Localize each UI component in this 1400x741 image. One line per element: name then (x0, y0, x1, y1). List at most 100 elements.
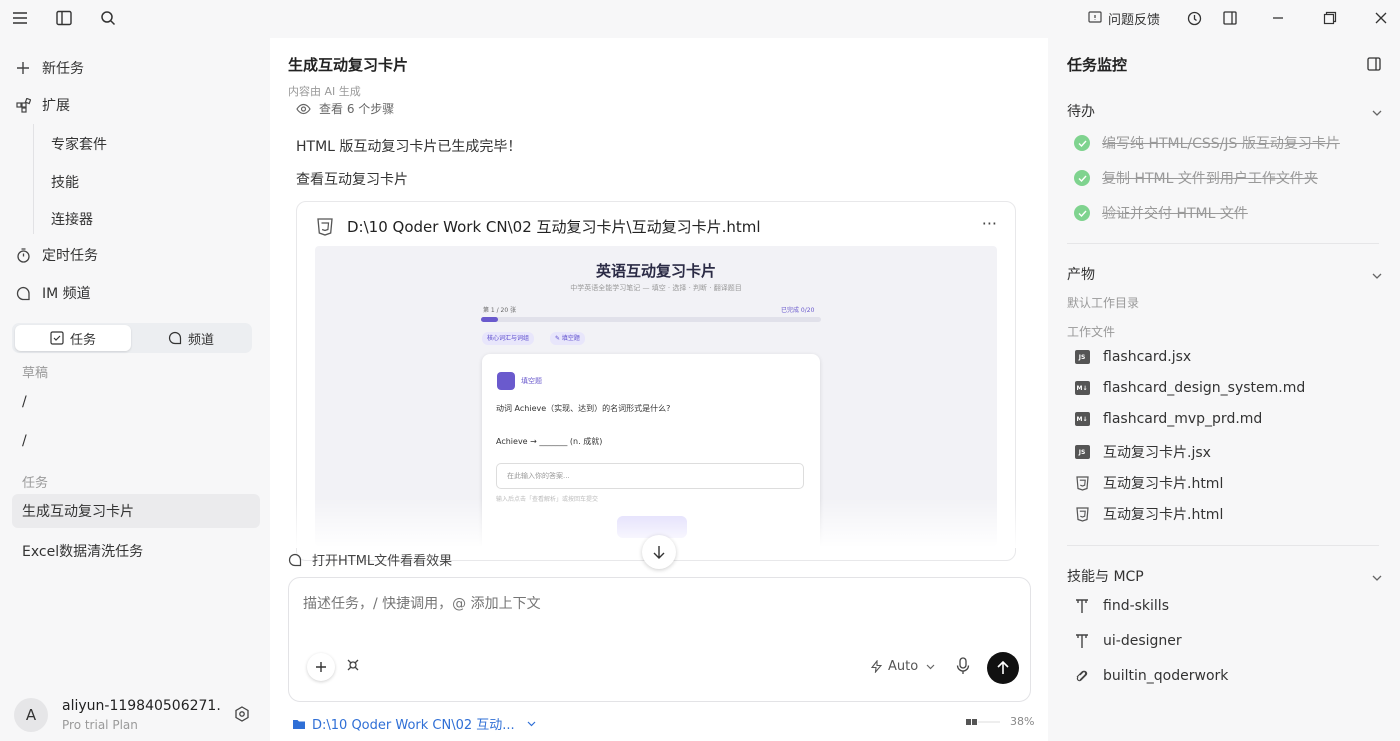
sidebar: 新任务 扩展 专家套件 技能 连接器 定时任务 IM 频道 任务 频道 草稿 /… (0, 36, 270, 741)
file-item[interactable]: M↓ flashcard_mvp_prd.md (1074, 411, 1262, 427)
extensions-item[interactable]: 扩展 (12, 90, 70, 120)
mode-selector[interactable]: Auto (871, 659, 935, 674)
chevron-down-icon[interactable] (1372, 567, 1382, 586)
task-monitor-panel: 任务监控 待办 编写纯 HTML/CSS/JS 版互动复习卡片 复制 HTML … (1048, 38, 1400, 741)
more-options-button[interactable]: ··· (982, 214, 997, 233)
title-bar: 问题反馈 (0, 0, 1400, 36)
file-name: flashcard_mvp_prd.md (1103, 411, 1263, 427)
suggestion-chip[interactable]: 打开HTML文件看看效果 (288, 550, 452, 569)
app-window: 问题反馈 新任务 扩展 专家套件 技能 连接器 定时任务 IM 频道 任务 频道… (0, 0, 1400, 741)
im-channel-item[interactable]: IM 频道 (12, 278, 91, 308)
view-steps-button[interactable]: 查看 6 个步骤 (296, 100, 394, 117)
close-icon[interactable] (1369, 6, 1393, 30)
html5-icon (1074, 506, 1090, 522)
collapse-panel-icon[interactable] (1367, 56, 1381, 75)
feedback-icon[interactable] (1083, 6, 1107, 30)
sidebar-item-expert-kit[interactable]: 专家套件 (51, 134, 107, 154)
suggestion-label: 打开HTML文件看看效果 (312, 554, 453, 569)
skill-item[interactable]: builtin_qoderwork (1074, 668, 1228, 684)
skill-item[interactable]: ui-designer (1074, 633, 1182, 649)
search-icon[interactable] (96, 6, 120, 30)
file-item[interactable]: JS 互动复习卡片.jsx (1074, 442, 1211, 462)
preview-question: 动词 Achieve（实现、达到）的名词形式是什么? (496, 404, 671, 413)
output-section-label: 产物 (1067, 267, 1095, 283)
divider (1067, 545, 1379, 546)
todo-label: 验证并交付 HTML 文件 (1102, 206, 1248, 222)
file-name: flashcard.jsx (1103, 349, 1192, 365)
send-button[interactable] (987, 652, 1019, 684)
tab-tasks[interactable]: 任务 (15, 325, 131, 351)
help-icon[interactable] (1182, 6, 1206, 30)
sidebar-toggle-icon[interactable] (52, 6, 76, 30)
check-icon (1074, 205, 1090, 221)
todo-label: 编写纯 HTML/CSS/JS 版互动复习卡片 (1102, 136, 1340, 152)
file-item[interactable]: 互动复习卡片.html (1074, 473, 1223, 493)
feedback-button[interactable]: 问题反馈 (1108, 9, 1160, 28)
task-item-selected[interactable]: 生成互动复习卡片 (12, 494, 260, 528)
attach-button[interactable] (307, 653, 335, 681)
new-task-button[interactable]: 新任务 (12, 53, 84, 83)
check-icon (1074, 135, 1090, 151)
tasks-section-label: 任务 (22, 476, 49, 491)
check-icon (1074, 170, 1090, 186)
scheduled-tasks-item[interactable]: 定时任务 (12, 240, 98, 270)
workspace-path-label: D:\10 Qoder Work CN\02 互动... (312, 718, 515, 733)
pencil-icon (497, 372, 515, 390)
preview-card-type: 填空题 (521, 377, 542, 385)
draft-item[interactable]: / (12, 424, 260, 458)
markdown-file-icon: M↓ (1074, 411, 1090, 427)
chat-bubble-icon (12, 286, 34, 301)
work-files-label: 工作文件 (1067, 325, 1116, 339)
scheduled-tasks-label: 定时任务 (42, 248, 98, 264)
file-name: 互动复习卡片.html (1103, 476, 1224, 492)
chevron-down-icon[interactable] (1372, 102, 1382, 121)
scroll-down-button[interactable] (642, 535, 676, 569)
file-card-header: D:\10 Qoder Work CN\02 互动复习卡片\互动复习卡片.htm… (317, 216, 761, 237)
message-view-cards: 查看互动复习卡片 (296, 172, 408, 188)
user-profile[interactable]: A aliyun-119840506271... Pro trial Plan (14, 696, 264, 736)
js-file-icon: JS (1074, 349, 1090, 365)
microphone-icon[interactable] (956, 657, 970, 679)
bolt-icon (871, 660, 882, 673)
page-title: 生成互动复习卡片 (288, 56, 409, 74)
workspace-path-selector[interactable]: D:\10 Qoder Work CN\02 互动... (292, 714, 536, 733)
settings-icon[interactable] (234, 706, 250, 726)
chat-bubble-icon (288, 553, 302, 567)
restore-icon[interactable] (1318, 6, 1342, 30)
prompt-input[interactable] (303, 596, 1003, 612)
avatar: A (14, 698, 48, 732)
todo-section-label: 待办 (1067, 104, 1095, 120)
preview-tag: 核心词汇与词组 (482, 332, 535, 345)
menu-icon[interactable] (8, 6, 32, 30)
tools-icon[interactable] (345, 657, 361, 677)
todo-item: 复制 HTML 文件到用户工作文件夹 (1074, 168, 1318, 188)
todo-label: 复制 HTML 文件到用户工作文件夹 (1102, 171, 1318, 187)
skill-item[interactable]: find-skills (1074, 598, 1169, 614)
arrow-down-icon (652, 545, 666, 559)
file-name: 互动复习卡片.html (1103, 507, 1224, 523)
file-name: flashcard_design_system.md (1103, 380, 1306, 396)
file-item[interactable]: 互动复习卡片.html (1074, 504, 1223, 524)
panel-toggle-icon[interactable] (1218, 6, 1242, 30)
tab-channels[interactable]: 频道 (133, 325, 249, 351)
default-dir-label: 默认工作目录 (1067, 296, 1140, 310)
file-item[interactable]: JS flashcard.jsx (1074, 349, 1191, 365)
minimize-icon[interactable] (1266, 6, 1290, 30)
skill-name: ui-designer (1103, 633, 1182, 649)
draft-item[interactable]: / (12, 385, 260, 419)
mode-label: Auto (888, 659, 919, 674)
chevron-down-icon[interactable] (1372, 265, 1382, 284)
file-path[interactable]: D:\10 Qoder Work CN\02 互动复习卡片\互动复习卡片.htm… (347, 216, 761, 237)
context-bar-icon (966, 718, 1002, 726)
im-channel-label: IM 频道 (42, 286, 91, 302)
composer: Auto (288, 577, 1031, 702)
sidebar-item-connectors[interactable]: 连接器 (51, 209, 93, 229)
sidebar-item-skills[interactable]: 技能 (51, 172, 79, 192)
file-item[interactable]: M↓ flashcard_design_system.md (1074, 380, 1305, 396)
todo-item: 编写纯 HTML/CSS/JS 版互动复习卡片 (1074, 133, 1340, 153)
tab-tasks-label: 任务 (69, 332, 96, 348)
markdown-file-icon: M↓ (1074, 380, 1090, 396)
tab-channels-label: 频道 (187, 332, 214, 348)
preview-progress-label: 第 1 / 20 张 (483, 307, 517, 314)
task-item[interactable]: Excel数据清洗任务 (12, 534, 260, 568)
